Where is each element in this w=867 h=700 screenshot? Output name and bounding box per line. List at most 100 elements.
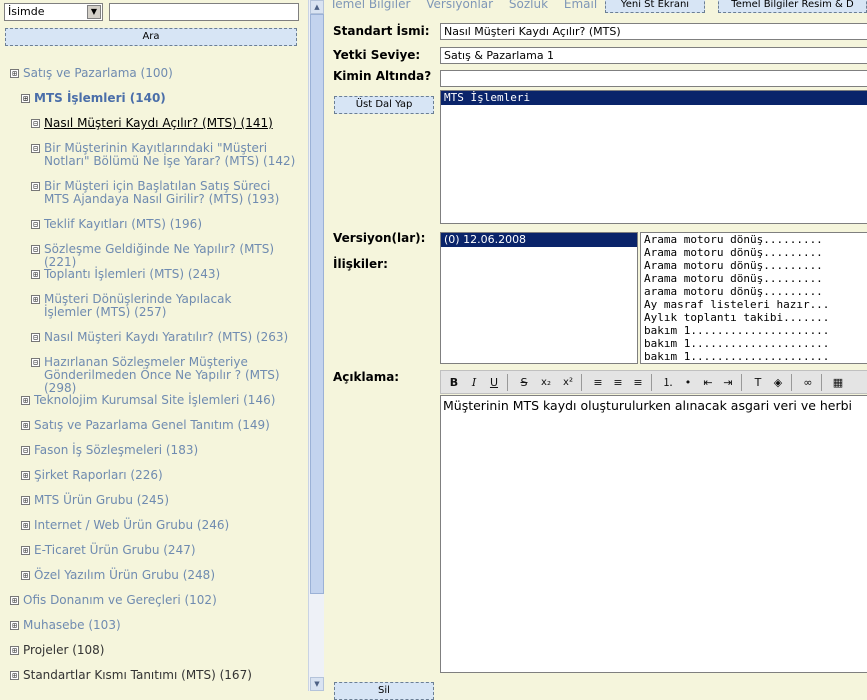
list-item[interactable]: bakım 1..................... <box>641 324 867 337</box>
collapse-icon[interactable]: ⊟ <box>31 119 40 128</box>
tree-item-label[interactable]: Özel Yazılım Ürün Grubu (248) <box>21 569 303 582</box>
list-item[interactable]: bakım 1..................... <box>641 350 867 363</box>
search-button[interactable]: Ara <box>5 28 297 46</box>
align-right-icon[interactable]: ≡ <box>629 374 647 391</box>
tree-item[interactable]: ⊟ Bir Müşteri için Başlatılan Satış Süre… <box>31 180 296 206</box>
tree-item[interactable]: ⊞ Müşteri Dönüşlerinde Yapılacak İşlemle… <box>31 293 283 319</box>
expand-icon[interactable]: ⊞ <box>31 295 40 304</box>
tree-item-label[interactable]: Müşteri Dönüşlerinde Yapılacak İşlemler … <box>31 293 283 319</box>
collapse-icon[interactable]: ⊟ <box>31 144 40 153</box>
relations-list[interactable]: Arama motoru dönüş......... Arama motoru… <box>640 232 867 364</box>
ordered-list-icon[interactable]: ⒈ <box>659 374 677 391</box>
list-item[interactable]: Arama motoru dönüş......... <box>641 259 867 272</box>
scrollbar-thumb[interactable] <box>310 14 324 594</box>
tree-item-selected[interactable]: ⊟ Nasıl Müşteri Kaydı Açılır? (MTS) (141… <box>31 117 301 130</box>
tab-versiyonlar[interactable]: Versiyonlar <box>426 0 493 11</box>
list-item[interactable]: Arama motoru dönüş......... <box>641 272 867 285</box>
table-icon[interactable]: ▦ <box>829 374 847 391</box>
expand-icon[interactable]: ⊞ <box>21 546 30 555</box>
collapse-icon[interactable]: ⊟ <box>31 182 40 191</box>
list-item[interactable]: arama motoru dönüş......... <box>641 285 867 298</box>
list-item[interactable]: bakım 1..................... <box>641 337 867 350</box>
tree-item[interactable]: ⊞ Teknolojim Kurumsal Site İşlemleri (14… <box>21 394 303 407</box>
tree-item-label[interactable]: Ofis Donanım ve Gereçleri (102) <box>10 594 302 607</box>
tree-item-label[interactable]: Sözleşme Geldiğinde Ne Yapılır? (MTS) (2… <box>31 243 303 269</box>
align-center-icon[interactable]: ≡ <box>609 374 627 391</box>
collapse-icon[interactable]: ⊟ <box>31 333 40 342</box>
tree-item-label[interactable]: Teklif Kayıtları (MTS) (196) <box>31 218 301 231</box>
scroll-down-icon[interactable]: ▼ <box>310 677 324 691</box>
tree-item[interactable]: ⊟ Teklif Kayıtları (MTS) (196) <box>31 218 301 231</box>
search-input[interactable] <box>109 3 299 21</box>
tree-scrollbar[interactable]: ▲ ▼ <box>308 0 324 691</box>
basic-info-image-button[interactable]: Temel Bilgiler Resim & D <box>718 0 867 13</box>
tab-temel-bilgiler[interactable]: Temel Bilgiler <box>330 0 410 11</box>
tree-item-label[interactable]: Muhasebe (103) <box>10 619 302 632</box>
tree-item[interactable]: ⊟ Hazırlanan Sözleşmeler Müşteriye Gönde… <box>31 356 303 395</box>
underline-icon[interactable]: U <box>485 374 503 391</box>
make-parent-button[interactable]: Üst Dal Yap <box>334 96 434 114</box>
expand-icon[interactable]: ⊞ <box>21 571 30 580</box>
expand-icon[interactable]: ⊞ <box>21 396 30 405</box>
tab-email[interactable]: Email <box>564 0 597 11</box>
expand-icon[interactable]: ⊞ <box>10 69 19 78</box>
collapse-icon[interactable]: ⊟ <box>31 358 40 367</box>
text-color-icon[interactable]: T <box>749 374 767 391</box>
outdent-icon[interactable]: ⇤ <box>699 374 717 391</box>
parent-list[interactable]: MTS İşlemleri <box>440 90 867 224</box>
indent-icon[interactable]: ⇥ <box>719 374 737 391</box>
version-selected-item[interactable]: (0) 12.06.2008 <box>441 233 637 247</box>
tree-item-label[interactable]: Nasıl Müşteri Kaydı Yaratılır? (MTS) (26… <box>31 331 301 344</box>
tree-item-label[interactable]: Toplantı İşlemleri (MTS) (243) <box>31 268 301 281</box>
expand-icon[interactable]: ⊞ <box>31 270 40 279</box>
tree-item[interactable]: ⊞ E-Ticaret Ürün Grubu (247) <box>21 544 303 557</box>
tree-item-label[interactable]: Fason İş Sözleşmeleri (183) <box>21 444 303 457</box>
expand-icon[interactable]: ⊞ <box>21 471 30 480</box>
tree-item-label[interactable]: Satış ve Pazarlama Genel Tanıtım (149) <box>21 419 303 432</box>
authority-level-input[interactable]: Satış & Pazarlama 1 <box>440 47 867 64</box>
expand-icon[interactable]: ⊞ <box>21 421 30 430</box>
parent-list-selected-item[interactable]: MTS İşlemleri <box>441 91 867 105</box>
tab-sozluk[interactable]: Sözlük <box>509 0 548 11</box>
tree-item[interactable]: ⊞ Ofis Donanım ve Gereçleri (102) <box>10 594 302 607</box>
tree-item-label[interactable]: Nasıl Müşteri Kaydı Açılır? (MTS) (141) <box>31 117 301 130</box>
expand-icon[interactable]: ⊞ <box>10 596 19 605</box>
bold-icon[interactable]: B <box>445 374 463 391</box>
tree-item[interactable]: ⊟ Fason İş Sözleşmeleri (183) <box>21 444 303 457</box>
tree-item[interactable]: ⊟ Bir Müşterinin Kayıtlarındaki "Müşteri… <box>31 142 303 168</box>
delete-button[interactable]: Sil <box>334 682 434 700</box>
collapse-icon[interactable]: ⊟ <box>21 446 30 455</box>
tree-item-label[interactable]: Projeler (108) <box>10 644 302 657</box>
tree-item[interactable]: ⊞ Satış ve Pazarlama Genel Tanıtım (149) <box>21 419 303 432</box>
tree-item[interactable]: ⊞ Özel Yazılım Ürün Grubu (248) <box>21 569 303 582</box>
expand-icon[interactable]: ⊞ <box>10 646 19 655</box>
expand-icon[interactable]: ⊞ <box>10 621 19 630</box>
tree-item-label[interactable]: Şirket Raporları (226) <box>21 469 303 482</box>
description-editor[interactable]: Müşterinin MTS kaydı oluşturulurken alın… <box>440 395 867 673</box>
tree-item[interactable]: ⊞ Internet / Web Ürün Grubu (246) <box>21 519 303 532</box>
tree-item[interactable]: ⊞ Muhasebe (103) <box>10 619 302 632</box>
link-icon[interactable]: ∞ <box>799 374 817 391</box>
expand-icon[interactable]: ⊞ <box>10 671 19 680</box>
italic-icon[interactable]: I <box>465 374 483 391</box>
tree-item[interactable]: ⊟ Sözleşme Geldiğinde Ne Yapılır? (MTS) … <box>31 243 303 269</box>
tree-item-label[interactable]: Satış ve Pazarlama (100) <box>10 67 300 80</box>
tree-item-label[interactable]: Hazırlanan Sözleşmeler Müşteriye Gönderi… <box>31 356 303 395</box>
align-left-icon[interactable]: ≡ <box>589 374 607 391</box>
search-field-select[interactable]: İsimde ▼ <box>4 3 103 21</box>
tree-item-label[interactable]: MTS Ürün Grubu (245) <box>21 494 303 507</box>
highlight-color-icon[interactable]: ◈ <box>769 374 787 391</box>
tree-item-label[interactable]: Teknolojim Kurumsal Site İşlemleri (146) <box>21 394 303 407</box>
subscript-icon[interactable]: x₂ <box>537 374 555 391</box>
list-item[interactable]: Arama motoru dönüş......... <box>641 233 867 246</box>
collapse-icon[interactable]: ⊟ <box>31 245 40 254</box>
tree-item[interactable]: ⊞ MTS Ürün Grubu (245) <box>21 494 303 507</box>
tree-item[interactable]: ⊞ Şirket Raporları (226) <box>21 469 303 482</box>
expand-icon[interactable]: ⊞ <box>21 94 30 103</box>
list-item[interactable]: Ay masraf listeleri hazır... <box>641 298 867 311</box>
tree-item[interactable]: ⊞ Satış ve Pazarlama (100) <box>10 67 300 80</box>
tree-item[interactable]: ⊞ MTS İşlemleri (140) <box>21 92 301 105</box>
expand-icon[interactable]: ⊞ <box>21 521 30 530</box>
new-standard-screen-button[interactable]: Yeni St Ekranı <box>605 0 705 13</box>
tree-item[interactable]: ⊟ Nasıl Müşteri Kaydı Yaratılır? (MTS) (… <box>31 331 301 344</box>
